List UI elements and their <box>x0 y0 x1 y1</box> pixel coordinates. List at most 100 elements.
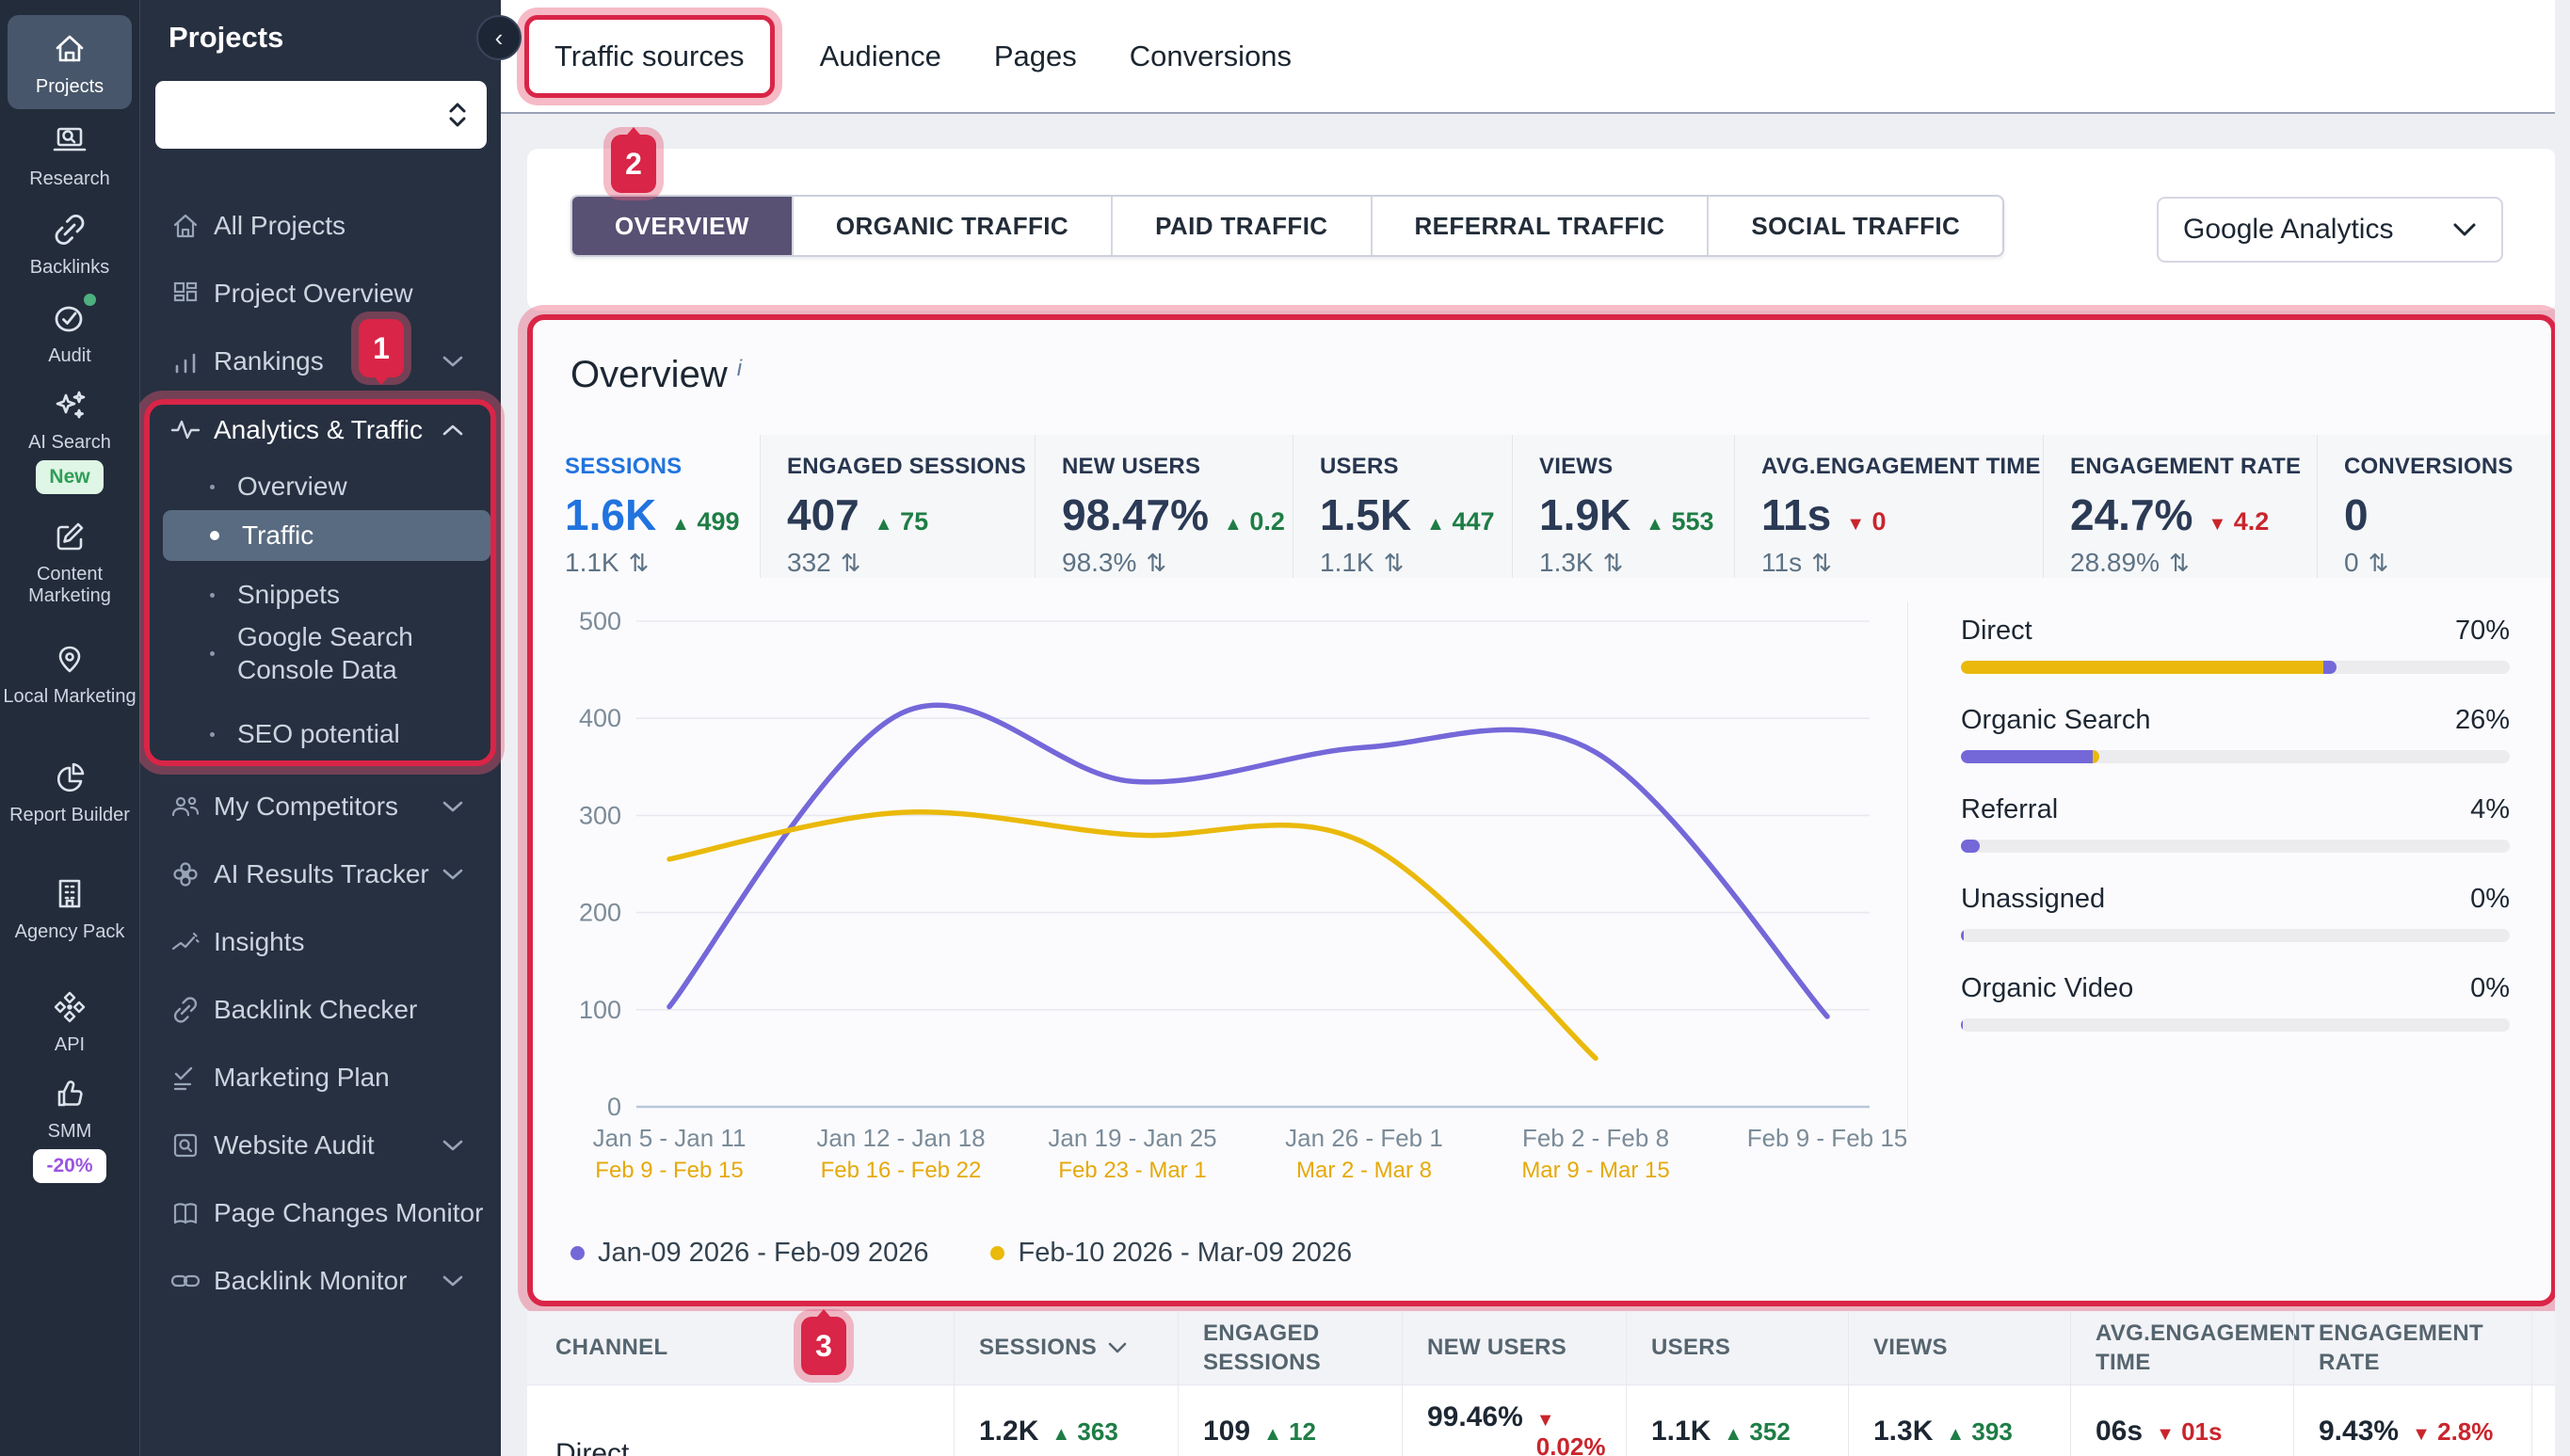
compare-icon: ⇅ <box>1811 549 1832 578</box>
svg-text:Jan 5 - Jan 11: Jan 5 - Jan 11 <box>593 1124 747 1152</box>
metric-card-new-users[interactable]: NEW USERS 98.47%▲ 0.2 98.3%⇅ <box>1035 435 1293 578</box>
bullet-icon <box>210 485 215 489</box>
sidebar-collapse-button[interactable]: ‹ <box>476 15 522 60</box>
rail-item-projects[interactable]: Projects <box>8 15 132 109</box>
down-arrow-icon: ▼ <box>2208 514 2226 535</box>
table-row-direct[interactable]: Direct 1.2K▲ 363 793⇅ 109▲ 12 97⇅ 99.46%… <box>527 1384 2562 1456</box>
sidebar-subitem-traffic[interactable]: Traffic <box>163 510 490 561</box>
collapse-chevron-icon: ‹ <box>495 24 504 53</box>
sidebar-item-label: Rankings <box>214 346 324 376</box>
sidebar-item-label: All Projects <box>214 211 345 241</box>
thumbs-up-icon <box>49 1073 90 1114</box>
rail-item-audit[interactable]: Audit <box>0 297 139 367</box>
col-header-engaged-sessions[interactable]: ENGAGED SESSIONS <box>1178 1311 1402 1384</box>
sidebar-item-label: Analytics & Traffic <box>214 415 423 445</box>
chain-icon <box>169 1264 202 1298</box>
rail-item-label: Agency Pack <box>15 921 125 943</box>
tab-audience[interactable]: Audience <box>820 40 941 73</box>
segment-overview[interactable]: OVERVIEW <box>572 197 792 255</box>
rail-item-label: Research <box>29 168 110 190</box>
channel-row-referral: Referral4% <box>1961 794 2510 853</box>
metric-card-avg-engagement-time[interactable]: AVG.ENGAGEMENT TIME 11s▼ 0 11s⇅ <box>1734 435 2043 578</box>
col-header-new-users[interactable]: NEW USERS <box>1402 1311 1626 1384</box>
link-icon <box>169 993 202 1027</box>
sidebar-item-rankings[interactable]: Rankings <box>140 339 502 384</box>
svg-text:400: 400 <box>579 704 621 732</box>
rail-item-label: API <box>55 1034 85 1056</box>
rail-item-report-builder[interactable]: Report Builder <box>0 757 139 826</box>
panel-title: Overview <box>570 354 728 396</box>
sidebar-item-analytics-traffic[interactable]: Analytics & Traffic <box>140 408 502 453</box>
segment-social-traffic[interactable]: SOCIAL TRAFFIC <box>1707 197 2002 255</box>
sidebar-item-insights[interactable]: Insights <box>140 920 502 965</box>
compare-icon: ⇅ <box>841 549 861 578</box>
sidebar-item-my-competitors[interactable]: My Competitors <box>140 784 502 829</box>
up-arrow-icon: ▲ <box>875 514 893 535</box>
sidebar-item-backlink-checker[interactable]: Backlink Checker <box>140 987 502 1032</box>
new-badge: New <box>36 460 103 494</box>
checklist-icon <box>169 1061 202 1095</box>
chevron-down-icon <box>442 800 464 813</box>
rail-item-ai-search[interactable]: AI Search New <box>0 384 139 494</box>
metric-card-conversions[interactable]: CONVERSIONS 0 0⇅ <box>2317 435 2553 578</box>
data-source-select[interactable]: Google Analytics <box>2157 197 2503 263</box>
traffic-chart: 0100200300400500Jan 5 - Jan 11Jan 12 - J… <box>542 593 1907 1205</box>
sidebar-subitem-gsc-data[interactable]: Google Search Console Data <box>140 614 502 693</box>
rail-item-research[interactable]: Research <box>0 120 139 190</box>
svg-text:200: 200 <box>579 899 621 927</box>
sidebar-item-project-overview[interactable]: Project Overview <box>140 271 502 316</box>
project-select[interactable] <box>155 81 487 149</box>
rail-item-backlinks[interactable]: Backlinks <box>0 209 139 279</box>
channel-row-organic-search: Organic Search26% <box>1961 705 2510 763</box>
rail-item-agency-pack[interactable]: Agency Pack <box>0 873 139 943</box>
segment-referral-traffic[interactable]: REFERRAL TRAFFIC <box>1371 197 1708 255</box>
info-icon[interactable]: i <box>737 356 742 382</box>
metric-card-engagement-rate[interactable]: ENGAGEMENT RATE 24.7%▼ 4.2 28.89%⇅ <box>2043 435 2317 578</box>
tab-conversions[interactable]: Conversions <box>1130 40 1292 73</box>
rail-item-smm[interactable]: SMM -20% <box>0 1073 139 1183</box>
tab-traffic-sources[interactable]: Traffic sources <box>524 15 775 98</box>
channel-row-direct: Direct70% <box>1961 616 2510 674</box>
chevron-down-icon <box>442 1274 464 1288</box>
metric-card-views[interactable]: VIEWS 1.9K▲ 553 1.3K⇅ <box>1512 435 1734 578</box>
sidebar-item-backlink-monitor[interactable]: Backlink Monitor <box>140 1258 502 1304</box>
segment-paid-traffic[interactable]: PAID TRAFFIC <box>1111 197 1370 255</box>
rail-item-label: Content Marketing <box>0 564 139 607</box>
bullet-icon <box>210 593 215 598</box>
sidebar-item-label: My Competitors <box>214 792 398 822</box>
map-pin-icon <box>49 638 90 680</box>
sidebar-item-label: Overview <box>237 472 347 502</box>
col-header-channel[interactable]: CHANNEL <box>527 1311 954 1384</box>
metric-card-engaged-sessions[interactable]: ENGAGED SESSIONS 407▲ 75 332⇅ <box>760 435 1035 578</box>
rail-item-api[interactable]: API <box>0 986 139 1056</box>
sidebar-item-website-audit[interactable]: Website Audit <box>140 1123 502 1168</box>
rail-item-local-marketing[interactable]: Local Marketing <box>0 638 139 708</box>
col-header-engagement-rate[interactable]: ENGAGEMENT RATE <box>2293 1311 2531 1384</box>
col-header-views[interactable]: VIEWS <box>1848 1311 2070 1384</box>
traffic-type-segmented-control: OVERVIEW ORGANIC TRAFFIC PAID TRAFFIC RE… <box>570 195 2004 257</box>
tab-pages[interactable]: Pages <box>994 40 1077 73</box>
rail-item-content-marketing[interactable]: Content Marketing <box>0 516 139 607</box>
legend-item-current-period[interactable]: Jan-09 2026 - Feb-09 2026 <box>570 1238 928 1269</box>
sidebar-subitem-seo-potential[interactable]: SEO potential <box>140 712 502 757</box>
metric-card-users[interactable]: USERS 1.5K▲ 447 1.1K⇅ <box>1293 435 1512 578</box>
sidebar-item-label: Google Search Console Data <box>237 620 454 686</box>
svg-text:Feb 9 - Feb 15: Feb 9 - Feb 15 <box>595 1158 743 1183</box>
col-header-avg-engagement-time[interactable]: AVG.ENGAGEMENT TIME <box>2070 1311 2293 1384</box>
metric-card-sessions[interactable]: SESSIONS 1.6K▲ 499 1.1K⇅ <box>538 435 760 578</box>
rail-item-label: Local Marketing <box>3 686 136 708</box>
col-header-users[interactable]: USERS <box>1626 1311 1848 1384</box>
legend-item-previous-period[interactable]: Feb-10 2026 - Mar-09 2026 <box>990 1238 1352 1269</box>
sidebar-item-marketing-plan[interactable]: Marketing Plan <box>140 1055 502 1100</box>
sidebar-subitem-overview[interactable]: Overview <box>140 464 502 509</box>
sidebar-item-all-projects[interactable]: All Projects <box>140 203 502 248</box>
sidebar-subitem-snippets[interactable]: Snippets <box>140 572 502 617</box>
data-source-value: Google Analytics <box>2183 214 2393 246</box>
channel-row-organic-video: Organic Video0% <box>1961 973 2510 1032</box>
sidebar-item-ai-results-tracker[interactable]: AI Results Tracker <box>140 852 502 897</box>
col-header-sessions[interactable]: SESSIONS <box>954 1311 1178 1384</box>
segment-organic-traffic[interactable]: ORGANIC TRAFFIC <box>792 197 1111 255</box>
sort-chevron-icon <box>1108 1342 1127 1353</box>
sidebar-item-page-changes-monitor[interactable]: Page Changes Monitor <box>140 1191 502 1236</box>
discount-badge: -20% <box>33 1149 105 1183</box>
